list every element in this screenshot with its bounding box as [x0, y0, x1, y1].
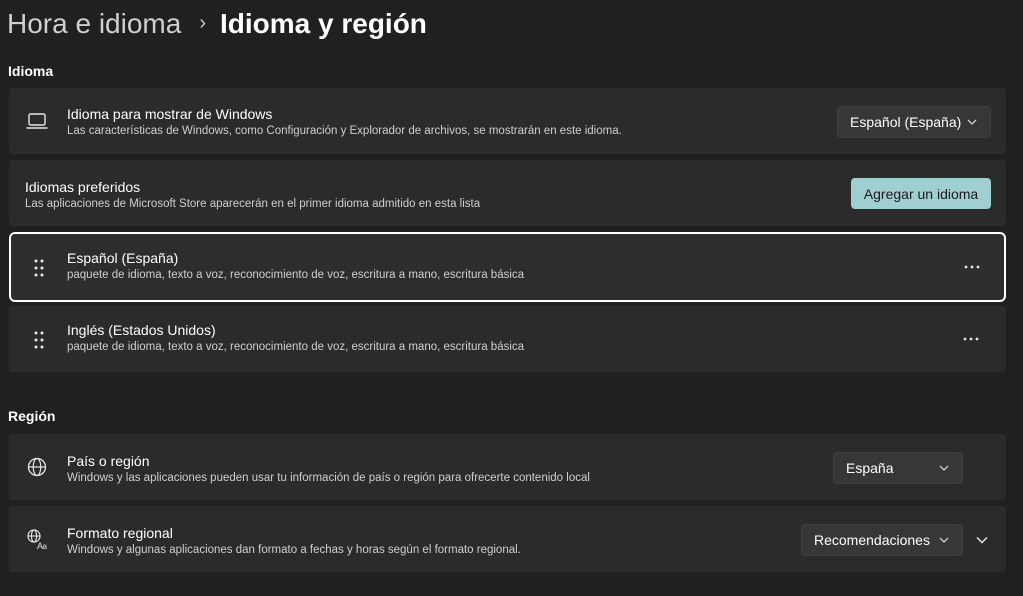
display-language-title: Idioma para mostrar de Windows: [67, 106, 273, 122]
language-item-features: paquete de idioma, texto a voz, reconoci…: [67, 269, 525, 281]
section-title-region: Región: [8, 408, 56, 424]
regional-format-dropdown[interactable]: Recomendaciones: [801, 524, 963, 556]
country-region-dropdown[interactable]: España: [833, 452, 963, 484]
language-format-icon: A a: [27, 529, 48, 550]
regional-format-title: Formato regional: [67, 525, 173, 541]
more-options-icon[interactable]: [961, 335, 981, 343]
drag-handle-icon[interactable]: [34, 331, 44, 349]
globe-icon: [27, 457, 47, 477]
laptop-icon: [26, 113, 48, 129]
drag-handle-icon[interactable]: [34, 259, 44, 277]
country-region-title: País o región: [67, 453, 150, 469]
display-language-card: Idioma para mostrar de Windows Las carac…: [9, 88, 1006, 154]
more-options-icon[interactable]: [962, 263, 982, 271]
preferred-languages-card: Idiomas preferidos Las aplicaciones de M…: [9, 160, 1006, 226]
breadcrumb-separator-icon: ›: [199, 11, 206, 34]
expand-chevron-icon[interactable]: [975, 533, 989, 547]
chevron-down-icon: [939, 537, 949, 543]
svg-text:a: a: [43, 542, 48, 550]
regional-format-description: Windows y algunas aplicaciones dan forma…: [67, 544, 521, 556]
chevron-down-icon: [967, 119, 977, 125]
preferred-languages-title: Idiomas preferidos: [25, 179, 141, 195]
language-item-features: paquete de idioma, texto a voz, reconoci…: [67, 341, 525, 353]
preferred-languages-description: Las aplicaciones de Microsoft Store apar…: [25, 198, 481, 210]
page-title: Idioma y región: [219, 8, 427, 39]
chevron-down-icon: [939, 465, 949, 471]
regional-format-value: Recomendaciones: [814, 532, 930, 548]
language-item-name: Inglés (Estados Unidos): [67, 322, 216, 338]
breadcrumb-parent-link[interactable]: Hora e idioma: [7, 8, 181, 40]
display-language-value: Español (España): [850, 114, 962, 130]
country-region-card: País o región Windows y las aplicaciones…: [9, 434, 1006, 500]
language-item[interactable]: Español (España) paquete de idioma, text…: [9, 232, 1006, 302]
language-item[interactable]: Inglés (Estados Unidos) paquete de idiom…: [9, 306, 1006, 372]
display-language-description: Las características de Windows, como Con…: [67, 125, 622, 137]
add-language-button[interactable]: Agregar un idioma: [851, 178, 991, 209]
display-language-dropdown[interactable]: Español (España): [837, 106, 991, 138]
country-region-description: Windows y las aplicaciones pueden usar t…: [67, 472, 590, 484]
country-region-value: España: [846, 460, 894, 476]
language-item-name: Español (España): [67, 250, 179, 266]
section-title-language: Idioma: [8, 63, 54, 79]
regional-format-card[interactable]: A a Formato regional Windows y algunas a…: [9, 506, 1006, 572]
breadcrumb: Hora e idioma › Idioma y región: [7, 4, 427, 44]
